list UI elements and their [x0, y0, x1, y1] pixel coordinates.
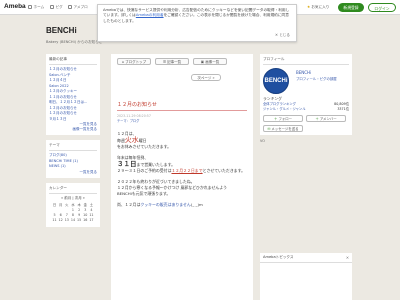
favorites-link[interactable]: ★ お気に入り	[307, 5, 329, 10]
home-icon: ⌂	[121, 60, 125, 64]
calendar-row: 11 12 13 14 15 16 17	[49, 218, 97, 223]
latest-entries-box: 最新の記事 １２月のお知らせ Salon-ベンチ １２月４日 Salon 202…	[46, 54, 100, 135]
blog-top-button[interactable]: ⌂ ブログトップ	[117, 58, 151, 65]
image-list-button[interactable]: ▣ 画像一覧	[193, 58, 227, 65]
left-sidebar: 最新の記事 １２月のお知らせ Salon-ベンチ １２月４日 Salon 202…	[46, 54, 100, 232]
entry-line: 尚、１２月はクッキーの販売はありません(_ _)m	[117, 202, 203, 207]
entry-theme[interactable]: テーマ：ブログ	[117, 119, 151, 124]
plus-icon: ＋	[315, 117, 319, 121]
entry-date: 2023-11-29 08:20:57	[117, 114, 151, 118]
profile-heading: プロフィール	[263, 57, 349, 65]
next-page-button[interactable]: 次ページ »	[191, 74, 221, 81]
calendar-day: 15	[77, 218, 82, 223]
topics-heading: Amebaトピックス	[260, 253, 352, 263]
login-button[interactable]: ログイン	[368, 3, 396, 12]
entry-line: ３１日まで営業いたします。	[117, 160, 176, 168]
profile-link[interactable]: プロフィール・ピグの部屋	[296, 76, 337, 81]
follow-button[interactable]: ＋ フォロー	[263, 115, 303, 122]
entry-title[interactable]: １２月のお知らせ	[117, 101, 247, 111]
entry-line: 毎週火水曜日	[117, 136, 147, 144]
amember-button[interactable]: ＋ アメンバー	[306, 115, 346, 122]
avatar[interactable]: BENCHi	[263, 68, 289, 94]
ranking-row[interactable]: ジャンル・グルメ・ジャンル 3371位	[263, 107, 349, 112]
entry-body: １２月は、 毎週火水曜日 をお休みさせていただきます。 年末は毎年恒例、 ３１日…	[117, 131, 247, 208]
pigg-icon	[50, 5, 54, 9]
mail-icon: ✉	[267, 127, 271, 131]
right-sidebar: プロフィール BENCHi BENCHi プロフィール・ピグの部屋 ランキング …	[260, 54, 352, 143]
profile-box: プロフィール BENCHi BENCHi プロフィール・ピグの部屋 ランキング …	[260, 54, 352, 135]
nav-pigg[interactable]: ピグ	[50, 5, 63, 10]
main-content: ⌂ ブログトップ ☰ 記事一覧 ▣ 画像一覧 次ページ » １２月のお知らせ 2…	[111, 54, 253, 300]
theme-more-link[interactable]: 一覧を見る	[49, 170, 98, 175]
blog-subtitle: Bakery (BENCHi) からのお知らせ	[46, 40, 103, 44]
nav-ameblo[interactable]: アメブロ	[68, 5, 88, 10]
blog-icon	[68, 5, 72, 9]
calendar-day: 11	[52, 218, 57, 223]
calendar-day: 17	[89, 218, 94, 223]
theme-heading: テーマ	[49, 143, 97, 151]
close-icon[interactable]: ✕	[346, 255, 349, 260]
calendar-nav[interactable]: « 前月 | 次月 »	[49, 196, 97, 201]
entry-meta: 2023-11-29 08:20:57 テーマ：ブログ	[117, 114, 151, 123]
entry-line: ２９〜３１日のご予約の受付は１２月２２日までとさせていただきます。	[117, 168, 245, 173]
plus-icon: ＋	[273, 117, 278, 121]
image-icon: ▣	[200, 60, 205, 64]
home-icon	[28, 5, 32, 9]
calendar-day: 14	[70, 218, 76, 223]
calendar-day: 12	[58, 218, 63, 223]
theme-box: テーマ ブログ(80) BENCHi TIME (1) NEWS (1) 一覧を…	[46, 140, 100, 178]
blog-title[interactable]: BENCHi	[46, 26, 77, 35]
nav-home[interactable]: ホーム	[28, 5, 44, 10]
calendar-box: カレンダー « 前月 | 次月 » 日月火水木金土 1 2 3 4 5 6 7 8 9 10 11 11…	[46, 182, 100, 227]
entry-list-button[interactable]: ☰ 記事一覧	[155, 58, 189, 65]
message-button[interactable]: ✉ メッセージを送る	[263, 125, 303, 132]
list-icon: ☰	[162, 60, 166, 64]
calendar-day: 13	[64, 218, 69, 223]
star-icon: ★	[307, 5, 311, 9]
image-list-link[interactable]: 画像一覧を見る	[49, 127, 98, 132]
ameba-topics-panel: Amebaトピックス ✕	[260, 253, 352, 300]
notice-close-button[interactable]: ✕ とじる	[275, 33, 290, 38]
ad-label: VO	[260, 139, 265, 143]
cookie-notice: Amebaでは、快適なサービス提供や利用分析、広告配信のためにクッキーなどを使い…	[97, 4, 297, 42]
calendar-heading: カレンダー	[49, 186, 97, 194]
profile-name[interactable]: BENCHi	[296, 70, 311, 75]
notice-link[interactable]: Amebaの利用者	[136, 13, 164, 17]
register-button[interactable]: 新規登録	[338, 3, 364, 12]
calendar-day: 16	[83, 218, 88, 223]
calendar-grid: 日月火水木金土 1 2 3 4 5 6 7 8 9 10 11 11 12 13 14 15 16 17	[49, 203, 97, 224]
latest-entries-heading: 最新の記事	[49, 57, 97, 65]
ameba-logo[interactable]: Ameba	[4, 3, 26, 10]
close-icon: ✕	[275, 32, 279, 37]
